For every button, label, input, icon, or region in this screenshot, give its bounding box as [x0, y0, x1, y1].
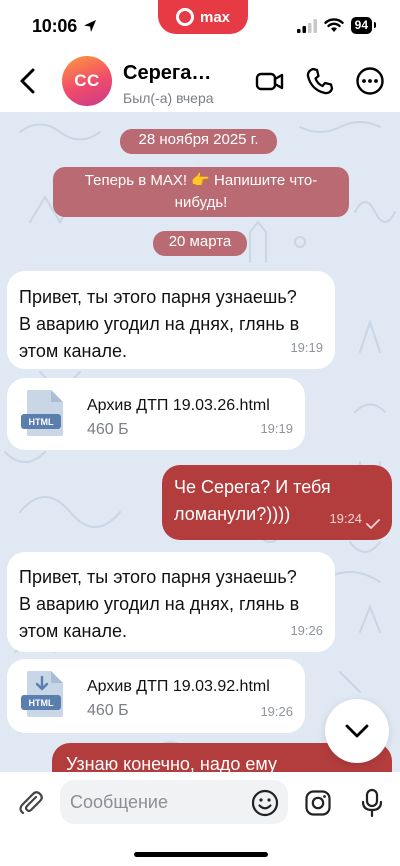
chat-header: CC Серега… Был(-а) вчера — [0, 52, 400, 112]
file-size: 460 Б — [87, 421, 129, 438]
html-file-download-icon: HTML — [21, 671, 63, 717]
file-type-badge: HTML — [29, 698, 54, 708]
status-bar: 10:06 max 94 — [0, 0, 400, 52]
html-file-icon: HTML — [21, 390, 63, 436]
scroll-to-bottom-button[interactable] — [325, 699, 389, 763]
system-message: Теперь в MAX! 👉 Напишите что-нибудь! — [53, 167, 349, 217]
video-call-icon[interactable] — [255, 66, 285, 96]
phone-icon[interactable] — [305, 66, 335, 96]
app-badge[interactable]: max — [158, 0, 248, 34]
message-text: Привет, ты этого парня узнаешь? В аварию… — [19, 287, 300, 361]
signal-icon — [296, 18, 317, 33]
file-name: Архив ДТП 19.03.92.html — [87, 678, 270, 695]
chevron-down-icon — [345, 724, 369, 738]
file-size: 460 Б — [87, 702, 129, 719]
outgoing-message[interactable]: Че Серега? И тебя ломанули?)))) 19:24 — [162, 465, 392, 540]
app-badge-label: max — [199, 8, 231, 26]
emoji-icon[interactable] — [251, 789, 279, 817]
message-time: 19:19 — [260, 421, 293, 436]
last-seen-status: Был(-а) вчера — [123, 90, 214, 106]
message-time: 19:26 — [290, 623, 323, 638]
read-check-icon — [366, 519, 380, 529]
more-icon[interactable] — [355, 66, 385, 96]
message-time: 19:26 — [260, 704, 293, 719]
camera-icon[interactable] — [304, 789, 332, 817]
home-indicator — [134, 852, 268, 857]
status-time: 10:06 — [32, 16, 78, 36]
date-divider: 20 марта — [153, 231, 247, 256]
battery-indicator: 94 — [350, 17, 377, 34]
file-name: Архив ДТП 19.03.26.html — [87, 397, 270, 414]
contact-name[interactable]: Серега… — [123, 62, 211, 85]
message-time: 19:19 — [290, 340, 323, 355]
incoming-file-message[interactable]: HTML Архив ДТП 19.03.26.html 460 Б 19:19 — [7, 378, 305, 450]
paperclip-icon[interactable] — [16, 788, 44, 816]
message-text: Узнаю конечно, надо ему — [66, 754, 277, 772]
avatar[interactable]: CC — [62, 56, 112, 106]
message-text: Че Серега? И тебя ломанули?)))) — [174, 477, 331, 524]
incoming-file-message[interactable]: HTML Архив ДТП 19.03.92.html 460 Б 19:26 — [7, 659, 305, 733]
microphone-icon[interactable] — [360, 788, 384, 818]
chevron-left-icon[interactable] — [14, 66, 42, 96]
incoming-message[interactable]: Привет, ты этого парня узнаешь? В аварию… — [7, 552, 335, 652]
wifi-icon — [323, 18, 344, 32]
status-indicators: 94 — [296, 17, 377, 34]
message-time: 19:24 — [329, 511, 362, 526]
message-text: Привет, ты этого парня узнаешь? В аварию… — [19, 567, 300, 641]
date-divider: 28 ноября 2025 г. — [120, 129, 277, 154]
chat-area[interactable]: 28 ноября 2025 г. Теперь в MAX! 👉 Напиши… — [0, 112, 400, 772]
file-type-badge: HTML — [29, 417, 54, 427]
incoming-message[interactable]: Привет, ты этого парня узнаешь? В аварию… — [7, 271, 335, 369]
location-arrow-icon — [84, 20, 96, 32]
max-logo-icon — [175, 8, 194, 26]
